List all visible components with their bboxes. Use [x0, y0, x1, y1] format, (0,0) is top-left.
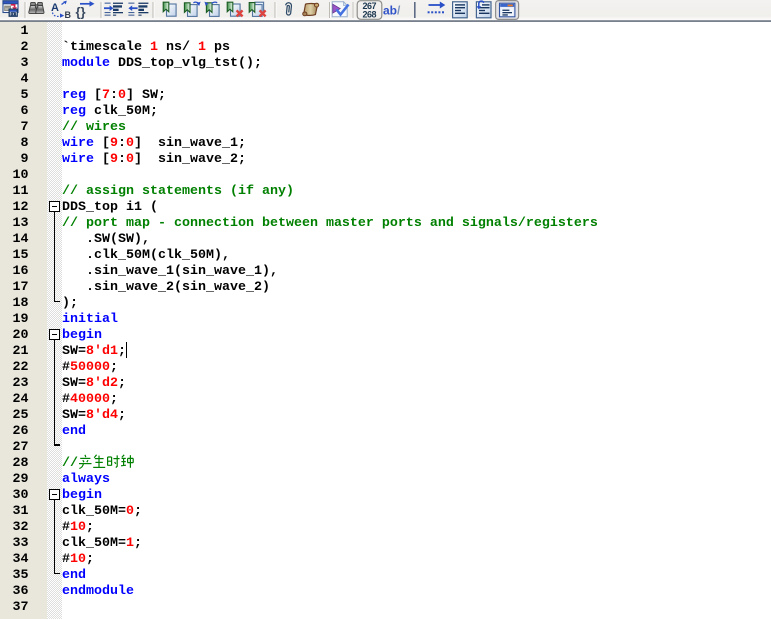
svg-text:B: B: [65, 10, 72, 20]
svg-text:A: A: [51, 2, 59, 14]
svg-text:{}: {}: [76, 5, 86, 20]
svg-text:ab/: ab/: [383, 4, 401, 18]
svg-text:268: 268: [363, 9, 377, 19]
